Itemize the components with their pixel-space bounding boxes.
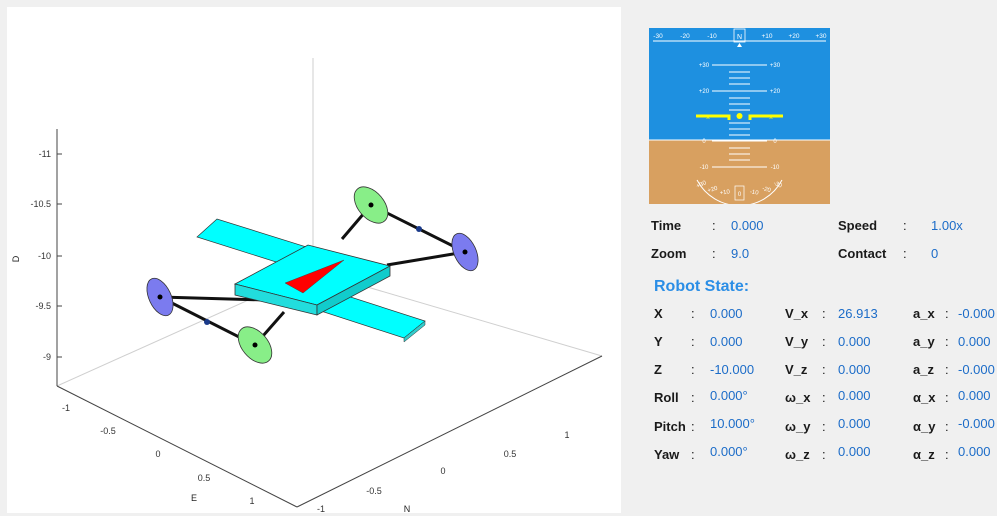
state-label: Yaw: [654, 447, 680, 462]
d-tick-label: -9.5: [35, 301, 51, 311]
state-value: 0.000°: [710, 388, 748, 403]
d-tick-label: -11: [39, 149, 51, 159]
state-label: Z: [654, 362, 662, 377]
d-axis-label: D: [11, 255, 21, 262]
state-value: 0.000°: [710, 444, 748, 459]
d-tick-label: -10.5: [30, 199, 51, 209]
n-tick-label: -0.5: [366, 486, 382, 496]
state-label: V_y: [785, 334, 809, 349]
heading-label: +30: [815, 33, 826, 40]
state-label: V_z: [785, 362, 808, 377]
state-value: 0.000: [838, 334, 871, 349]
time-label: Time: [651, 218, 682, 233]
zoom-value: 9.0: [731, 246, 750, 261]
heading-label: -10: [707, 33, 717, 40]
state-value: 0.000: [838, 444, 871, 459]
state-value: 26.913: [838, 306, 878, 321]
state-label: α_z: [913, 447, 935, 462]
heading-label: -30: [653, 33, 663, 40]
state-value: 0.000: [958, 388, 991, 403]
pitch-label: +30: [770, 63, 781, 69]
state-label: Pitch: [654, 419, 686, 434]
state-value: 10.000°: [710, 416, 755, 431]
n-axis-label: N: [404, 504, 411, 513]
time-value: 0.000: [731, 218, 764, 233]
state-value: -0.000: [958, 362, 995, 377]
speed-label: Speed: [838, 218, 878, 233]
pitch-label: +20: [699, 89, 710, 95]
state-label: ω_x: [785, 390, 811, 405]
state-value: 0.000: [958, 334, 991, 349]
d-tick-label: -10: [38, 251, 51, 261]
n-tick-label: 0: [440, 466, 445, 476]
state-label: a_z: [913, 362, 934, 377]
state-value: 0.000: [710, 334, 743, 349]
arm-joint: [416, 226, 422, 232]
state-value: -0.000: [958, 416, 995, 431]
e-tick-label: 0.5: [198, 473, 211, 483]
state-label: Roll: [654, 390, 679, 405]
contact-value: 0: [931, 246, 939, 261]
pitch-label: +30: [699, 63, 710, 69]
state-label: a_y: [913, 334, 935, 349]
e-tick-label: 1: [249, 496, 254, 506]
e-tick-label: 0: [155, 449, 160, 459]
pitch-label: -10: [771, 165, 780, 171]
attitude-indicator: -30 -20 -10 N +10 +20 +30 +30 +20 0 -10 …: [649, 28, 830, 204]
heading-label: N: [737, 34, 742, 41]
state-label: α_x: [913, 390, 936, 405]
n-tick-label: 0.5: [504, 449, 517, 459]
state-value: 0.000: [838, 388, 871, 403]
state-label: α_y: [913, 419, 936, 434]
heading-label: +20: [788, 33, 799, 40]
state-value: -10.000: [710, 362, 755, 377]
state-value: 0.000: [838, 416, 871, 431]
contact-label: Contact: [838, 246, 887, 261]
pitch-label: -10: [700, 165, 709, 171]
e-axis-label: E: [191, 493, 197, 503]
heading-label: +10: [761, 33, 772, 40]
state-label: ω_z: [785, 447, 810, 462]
robot-state-title: Robot State:: [654, 278, 750, 295]
arm-joint: [204, 319, 210, 325]
state-label: a_x: [913, 306, 935, 321]
d-tick-label: -9: [43, 352, 51, 362]
e-tick-label: -0.5: [100, 426, 116, 436]
state-label: ω_y: [785, 419, 811, 434]
svg-text:x: x: [706, 114, 710, 121]
zoom-label: Zoom: [651, 246, 687, 261]
e-tick-label: -1: [62, 403, 70, 413]
state-label: X: [654, 306, 663, 321]
state-value: 0.000: [958, 444, 991, 459]
3d-plot-panel[interactable]: -11 -10.5 -10 -9.5 -9 D -1 -0.5 0 0.5 1 …: [7, 7, 621, 513]
state-value: 0.000: [838, 362, 871, 377]
state-label: V_x: [785, 306, 809, 321]
n-tick-label: -1: [317, 504, 325, 513]
state-value: 0.000: [710, 306, 743, 321]
state-label: Y: [654, 334, 663, 349]
heading-label: -20: [680, 33, 690, 40]
d-axis: -11 -10.5 -10 -9.5 -9 D: [11, 149, 62, 362]
pitch-label: +20: [770, 89, 781, 95]
speed-value: 1.00x: [931, 218, 963, 233]
3d-axes[interactable]: -11 -10.5 -10 -9.5 -9 D -1 -0.5 0 0.5 1 …: [7, 7, 621, 513]
state-value: -0.000: [958, 306, 995, 321]
n-tick-label: 1: [564, 430, 569, 440]
svg-text:x: x: [769, 114, 773, 121]
